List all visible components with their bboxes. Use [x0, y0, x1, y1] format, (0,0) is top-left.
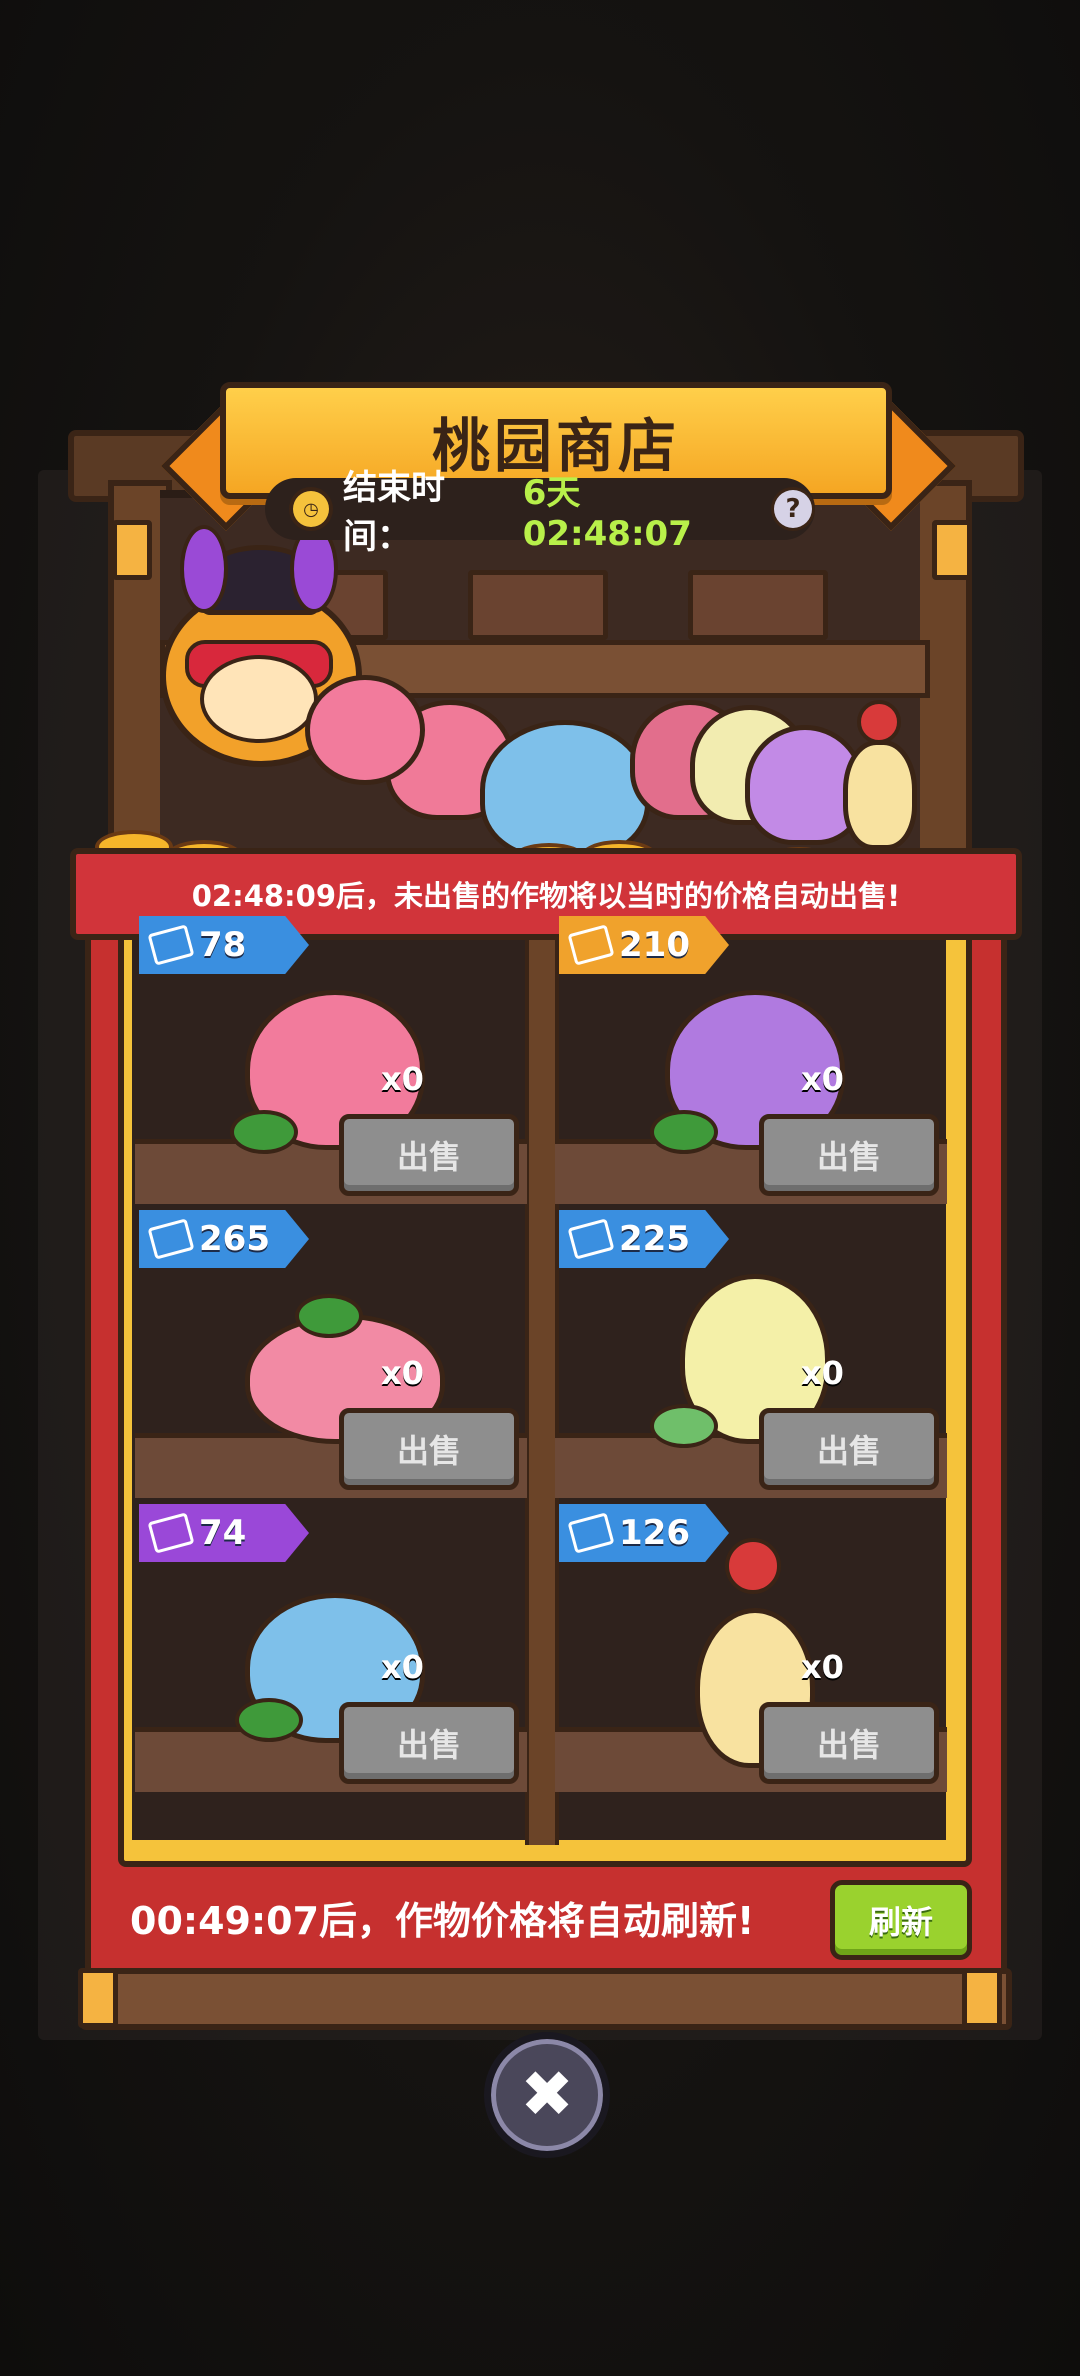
leaf-decoration [235, 1698, 303, 1742]
item-quantity: x0 [381, 1060, 424, 1098]
ginseng-character [835, 700, 917, 850]
storage-box [468, 570, 608, 640]
shop-item-card: 78 x0 出售 [135, 910, 527, 1204]
sell-button[interactable]: 出售 [759, 1408, 939, 1490]
shop-item-card: 74 x0 出售 [135, 1498, 527, 1792]
shop-item-card: 265 x0 出售 [135, 1204, 527, 1498]
price-tag: 78 [139, 916, 309, 974]
end-time-label: 结束时间： [342, 468, 445, 557]
price-tag: 225 [559, 1210, 729, 1268]
leaf-decoration [650, 1404, 718, 1448]
sell-button[interactable]: 出售 [759, 1702, 939, 1784]
leaf-decoration [230, 1110, 298, 1154]
price-tag: 126 [559, 1504, 729, 1562]
sell-button[interactable]: 出售 [759, 1114, 939, 1196]
held-peach [305, 675, 425, 785]
leaf-decoration [295, 1294, 363, 1338]
price-value: 78 [199, 925, 247, 965]
price-value: 225 [619, 1219, 690, 1259]
close-button[interactable]: ✖ [484, 2032, 610, 2158]
price-tag: 210 [559, 916, 729, 974]
price-value: 210 [619, 925, 690, 965]
sell-button[interactable]: 出售 [339, 1408, 519, 1490]
ticket-icon [567, 924, 615, 966]
item-quantity: x0 [381, 1648, 424, 1686]
ticket-icon [567, 1218, 615, 1260]
storage-box [688, 570, 828, 640]
sell-button[interactable]: 出售 [339, 1114, 519, 1196]
refresh-notice: 00:49:07后，作物价格将自动刷新! [130, 1899, 755, 1943]
help-icon[interactable]: ? [771, 487, 816, 531]
corner-bracket [962, 1968, 1002, 2028]
price-tag: 74 [139, 1504, 309, 1562]
stopwatch-icon: ◷ [289, 487, 333, 531]
ticket-icon [147, 924, 195, 966]
berry-icon [725, 1538, 781, 1594]
item-quantity: x0 [801, 1648, 844, 1686]
ticket-icon [147, 1218, 195, 1260]
price-tag: 265 [139, 1210, 309, 1268]
shop-item-card: 210 x0 出售 [555, 910, 947, 1204]
corner-bracket [932, 520, 972, 580]
item-quantity: x0 [801, 1060, 844, 1098]
ticket-icon [567, 1512, 615, 1554]
item-quantity: x0 [801, 1354, 844, 1392]
corner-bracket [112, 520, 152, 580]
price-value: 74 [199, 1513, 247, 1553]
price-value: 265 [199, 1219, 270, 1259]
display-blue-cabbage [480, 720, 650, 860]
sell-button[interactable]: 出售 [339, 1702, 519, 1784]
shop-item-card: 225 x0 出售 [555, 1204, 947, 1498]
leaf-decoration [650, 1110, 718, 1154]
shop-item-card: 126 x0 出售 [555, 1498, 947, 1792]
end-time-bar: ◷ 结束时间： 6天 02:48:07 ? [265, 468, 816, 557]
refresh-button[interactable]: 刷新 [830, 1880, 972, 1960]
auto-sell-notice: 02:48:09后，未出售的作物将以当时的价格自动出售! [191, 879, 901, 913]
cabinet-divider [525, 920, 559, 1845]
ticket-icon [147, 1512, 195, 1554]
item-quantity: x0 [381, 1354, 424, 1392]
corner-bracket [78, 1968, 118, 2028]
price-value: 126 [619, 1513, 690, 1553]
floor-beam [80, 1968, 1012, 2030]
end-time-value: 6天 02:48:07 [522, 472, 692, 554]
